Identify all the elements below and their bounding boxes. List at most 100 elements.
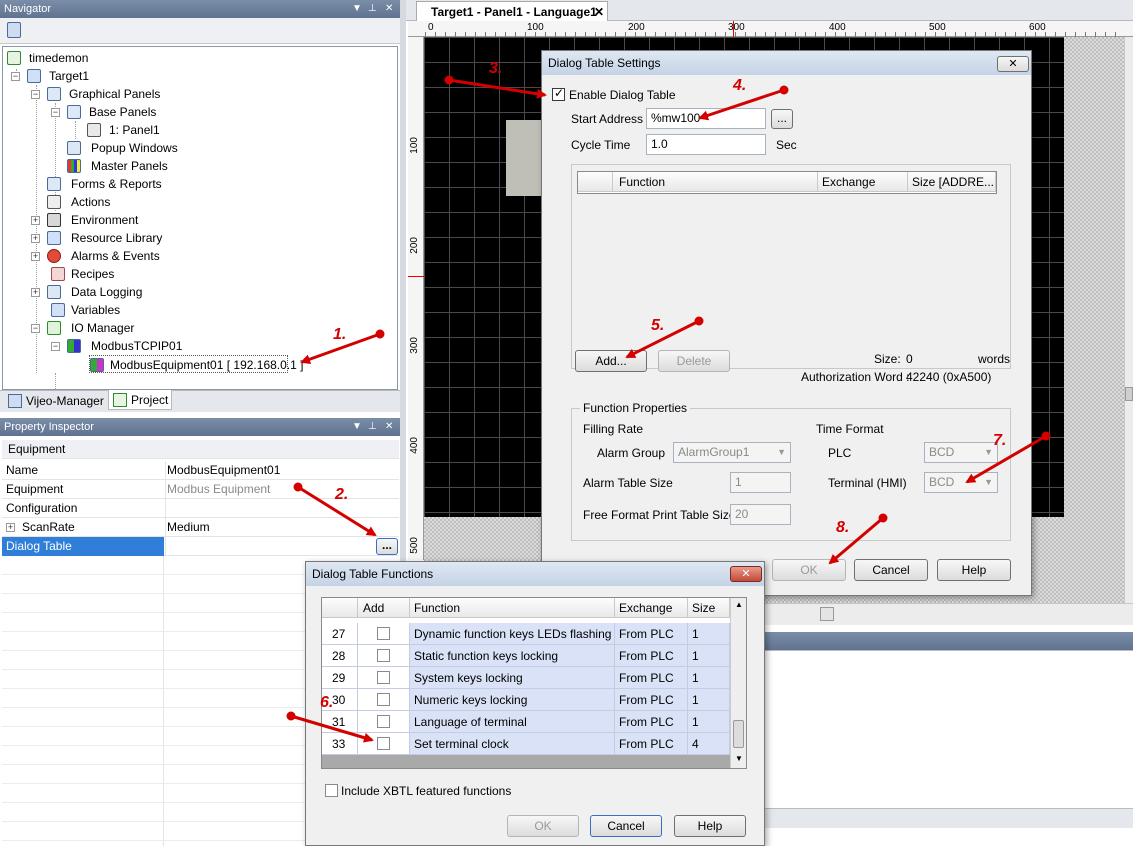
close-dialog-button[interactable]: ✕ [997, 56, 1029, 72]
add-checkbox[interactable] [377, 627, 390, 640]
add-function-button[interactable]: Add... [575, 350, 647, 372]
collapse-icon[interactable]: − [51, 342, 60, 351]
expand-icon[interactable]: + [6, 523, 15, 532]
environment-icon [47, 213, 61, 227]
table-row[interactable]: 29 System keys locking From PLC 1 [322, 667, 730, 689]
pin-icon[interactable]: ⊥ [368, 418, 377, 436]
functions-cancel-button[interactable]: Cancel [590, 815, 662, 837]
authorization-word-label: Authorization Word : [801, 370, 910, 384]
master-panel-icon [67, 159, 81, 173]
tree-item-modbus-equipment[interactable]: ModbusEquipment01 [ 192.168.0.1 ] [89, 355, 303, 373]
enable-dialog-table-checkbox[interactable]: ✓ [552, 86, 565, 101]
header-function: Function [410, 598, 615, 618]
alarm-group-select[interactable]: AlarmGroup1 ▼ [673, 442, 791, 463]
table-row[interactable]: 28 Static function keys locking From PLC… [322, 645, 730, 667]
tab-panel1[interactable]: Target1 - Panel1 - Language1 ✕ [416, 1, 608, 21]
add-checkbox[interactable] [377, 671, 390, 684]
close-icon[interactable]: ✕ [385, 418, 393, 436]
pin-icon[interactable]: ⊥ [368, 0, 377, 18]
header-function: Function [613, 172, 818, 192]
checkmark-icon: ✓ [554, 86, 565, 100]
collapse-icon[interactable]: − [31, 90, 40, 99]
functions-ok-button[interactable]: OK [507, 815, 579, 837]
chevron-down-icon: ▼ [777, 447, 786, 457]
expand-icon[interactable]: + [31, 252, 40, 261]
add-checkbox[interactable] [377, 649, 390, 662]
property-row-scanrate[interactable]: + ScanRate Medium [2, 518, 399, 537]
dialog-table-settings: Dialog Table Settings ✕ ✓ Enable Dialog … [541, 50, 1032, 596]
scroll-thumb[interactable] [1125, 387, 1133, 401]
include-xbtl-label: Include XBTL featured functions [341, 784, 512, 798]
pane-menu-icon[interactable]: ▼ [352, 418, 362, 436]
tab-project[interactable]: Project [108, 390, 172, 410]
vertical-ruler: 100 200 300 400 500 [408, 37, 424, 560]
free-format-size-input[interactable]: 20 [730, 504, 791, 525]
function-properties-title: Function Properties [580, 401, 691, 415]
collapse-icon[interactable]: − [31, 324, 40, 333]
io-manager-icon [47, 321, 61, 335]
scroll-thumb[interactable] [733, 720, 744, 748]
project-icon [7, 51, 21, 65]
function-table-header: Function Exchange Size [ADDRE... [577, 171, 997, 194]
include-xbtl-checkbox[interactable] [325, 784, 338, 797]
property-row-dialog-table[interactable]: Dialog Table ... [2, 537, 399, 556]
table-row[interactable]: 31 Language of terminal From PLC 1 [322, 711, 730, 733]
table-row[interactable]: 27 Dynamic function keys LEDs flashing F… [322, 623, 730, 645]
recipe-icon [51, 267, 65, 281]
header-size: Size [ADDRE... [908, 172, 996, 192]
start-address-browse-button[interactable]: ... [771, 109, 793, 129]
expand-icon[interactable]: + [31, 288, 40, 297]
plc-time-format-select[interactable]: BCD ▼ [924, 442, 998, 463]
scroll-thumb[interactable] [820, 607, 834, 621]
cancel-button[interactable]: Cancel [854, 559, 928, 581]
collapse-icon[interactable]: − [51, 108, 60, 117]
functions-grid: Add Function Exchange Size 27 Dynamic fu… [321, 597, 747, 769]
expand-icon[interactable]: + [31, 234, 40, 243]
table-row[interactable]: 33 Set terminal clock From PLC 4 [322, 733, 730, 755]
start-address-input[interactable]: %mw100 [646, 108, 766, 129]
cycle-time-unit: Sec [776, 138, 797, 152]
dialog-table-ellipsis-button[interactable]: ... [376, 538, 398, 555]
alarm-table-size-input[interactable]: 1 [730, 472, 791, 493]
pane-menu-icon[interactable]: ▼ [352, 0, 362, 18]
driver-icon [67, 339, 81, 353]
header-exchange: Exchange [615, 598, 688, 618]
delete-function-button[interactable]: Delete [658, 350, 730, 372]
help-button[interactable]: Help [937, 559, 1011, 581]
close-dialog-button[interactable]: ✕ [730, 566, 762, 582]
alarm-icon [47, 249, 61, 263]
panel-object[interactable] [506, 120, 542, 196]
ok-button[interactable]: OK [772, 559, 846, 581]
equipment-icon [90, 358, 104, 372]
cycle-time-input[interactable]: 1.0 [646, 134, 766, 155]
close-icon[interactable]: ✕ [385, 0, 393, 18]
library-icon [47, 231, 61, 245]
ruler-marker [733, 21, 734, 37]
tab-vijeo-manager[interactable]: Vijeo-Manager [4, 391, 106, 411]
header-blank [578, 172, 613, 192]
table-row[interactable]: 30 Numeric keys locking From PLC 1 [322, 689, 730, 711]
functions-scrollbar[interactable]: ▲ ▼ [730, 598, 746, 768]
property-category: Equipment [2, 440, 399, 459]
add-checkbox[interactable] [377, 715, 390, 728]
panel-icon [87, 123, 101, 137]
add-checkbox[interactable] [377, 693, 390, 706]
expand-icon[interactable]: + [31, 216, 40, 225]
vertical-scrollbar[interactable] [1124, 37, 1133, 603]
scroll-up-icon[interactable]: ▲ [735, 600, 743, 609]
close-tab-icon[interactable]: ✕ [594, 2, 604, 22]
functions-help-button[interactable]: Help [674, 815, 746, 837]
scroll-down-icon[interactable]: ▼ [735, 754, 743, 763]
collapse-icon[interactable]: − [11, 72, 20, 81]
dialog-title-bar: Dialog Table Settings [542, 51, 1031, 75]
terminal-label: Terminal (HMI) [828, 476, 907, 490]
start-address-label: Start Address [571, 112, 644, 126]
panels-icon [67, 105, 81, 119]
terminal-time-format-select[interactable]: BCD ▼ [924, 472, 998, 493]
authorization-word-value: 42240 (0xA500) [906, 370, 992, 384]
add-checkbox[interactable] [377, 737, 390, 750]
step-5-label: 5. [651, 317, 665, 334]
project-properties-icon[interactable] [7, 22, 21, 38]
property-row-name[interactable]: Name ModbusEquipment01 [2, 461, 399, 480]
free-format-label: Free Format Print Table Size [583, 508, 736, 522]
